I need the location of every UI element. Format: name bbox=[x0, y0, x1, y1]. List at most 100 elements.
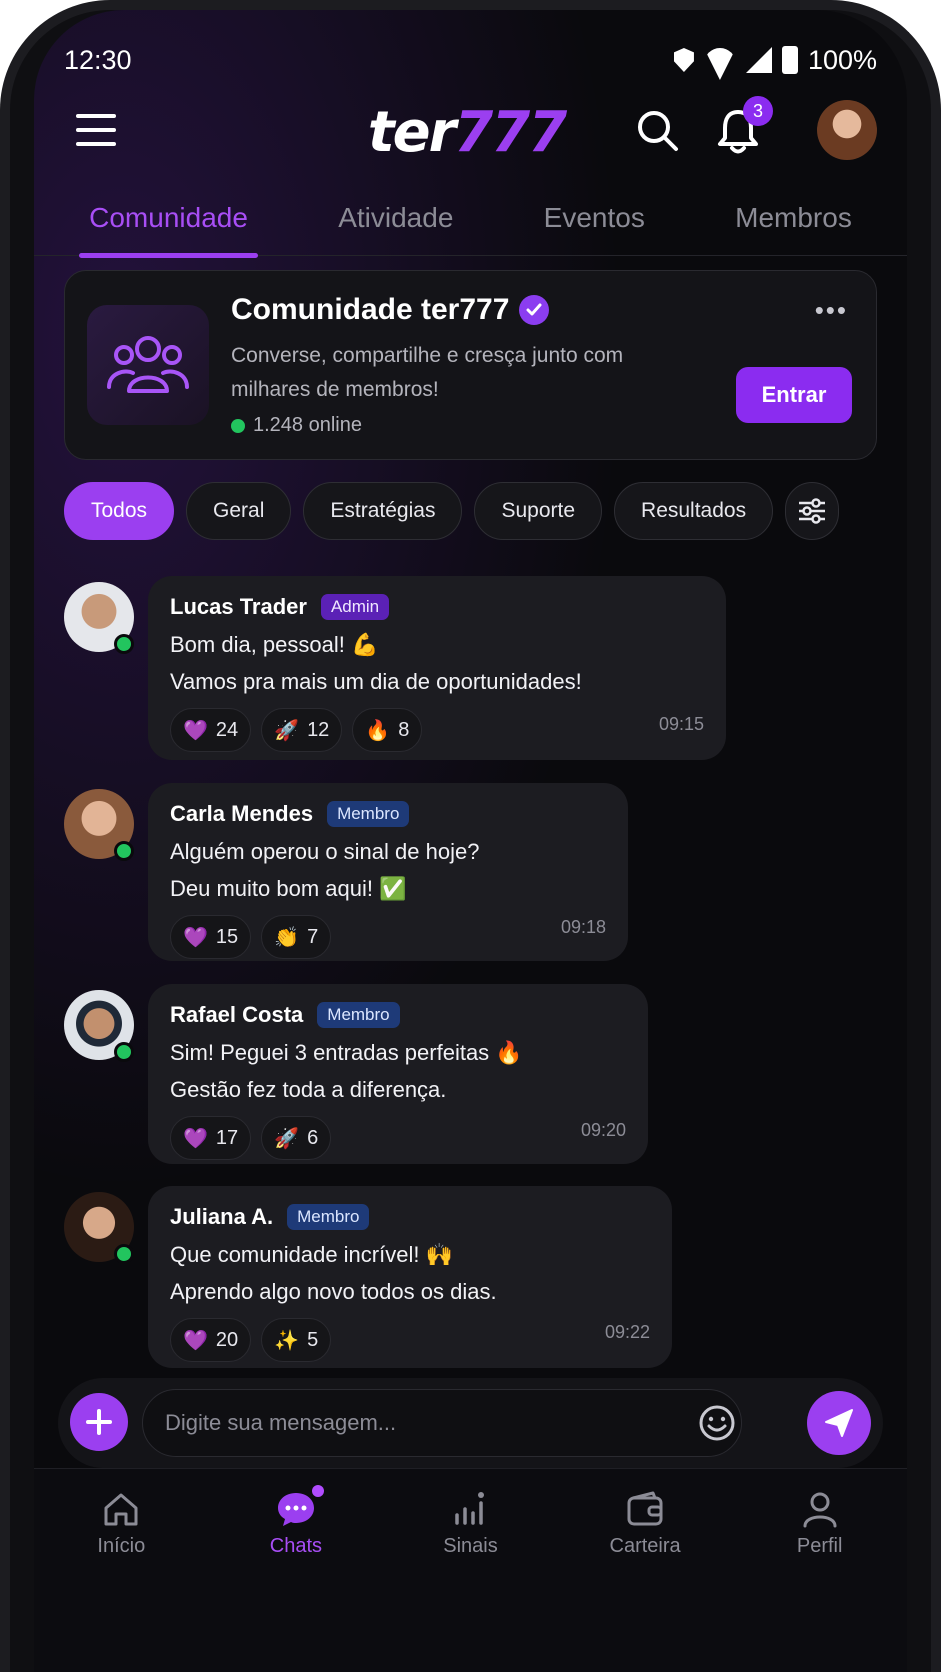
status-time: 12:30 bbox=[64, 44, 132, 75]
role-badge: Membro bbox=[317, 1002, 400, 1028]
nav-label: Sinais bbox=[443, 1535, 498, 1557]
heart-icon: 💜 bbox=[183, 926, 208, 949]
join-button[interactable]: Entrar bbox=[736, 367, 852, 423]
community-title: Comunidade ter777 bbox=[231, 293, 550, 327]
community-group-icon bbox=[87, 305, 209, 425]
nav-carteira[interactable]: Carteira bbox=[575, 1489, 715, 1672]
nav-label: Perfil bbox=[796, 1535, 843, 1557]
message-line: Bom dia, pessoal! 💪 bbox=[170, 632, 379, 657]
reaction-heart[interactable]: 💜 24 bbox=[170, 708, 252, 752]
message-input[interactable] bbox=[142, 1389, 742, 1457]
message-text: Bom dia, pessoal! 💪 Vamos pra mais um di… bbox=[170, 626, 704, 700]
author-name[interactable]: Rafael Costa bbox=[170, 1002, 303, 1028]
message-bubble[interactable]: Rafael Costa Membro Sim! Peguei 3 entrad… bbox=[148, 984, 648, 1164]
add-attachment-button[interactable] bbox=[70, 1393, 128, 1451]
heart-icon: 💜 bbox=[183, 1127, 208, 1150]
chip-resultados[interactable]: Resultados bbox=[614, 482, 774, 540]
message-line: Sim! Peguei 3 entradas perfeitas 🔥 bbox=[170, 1040, 523, 1065]
message-bubble[interactable]: Carla Mendes Membro Alguém operou o sina… bbox=[148, 783, 628, 961]
nav-chats[interactable]: Chats bbox=[226, 1485, 366, 1672]
nav-sinais[interactable]: Sinais bbox=[400, 1489, 540, 1672]
message-line: Deu muito bom aqui! ✅ bbox=[170, 876, 407, 901]
chip-geral[interactable]: Geral bbox=[186, 482, 292, 540]
filter-settings-icon[interactable] bbox=[785, 482, 840, 540]
message-bubble[interactable]: Lucas Trader Admin Bom dia, pessoal! 💪 V… bbox=[148, 576, 726, 760]
reaction-clap[interactable]: 👏 7 bbox=[261, 915, 332, 959]
author-name[interactable]: Carla Mendes bbox=[170, 801, 313, 827]
menu-icon[interactable] bbox=[76, 114, 116, 146]
nav-label: Início bbox=[97, 1535, 146, 1557]
rocket-icon: 🚀 bbox=[274, 719, 300, 742]
nav-inicio[interactable]: Início bbox=[51, 1489, 191, 1672]
online-count-text: 1.248 online bbox=[253, 414, 362, 436]
send-button[interactable] bbox=[807, 1391, 871, 1455]
bottom-navigation: Início Chats Sinais Carteira Perfil bbox=[34, 1468, 907, 1672]
send-icon bbox=[825, 1409, 853, 1437]
reactions: 💜 24 🚀 12 🔥 8 bbox=[170, 708, 704, 752]
online-status-icon bbox=[114, 1244, 134, 1264]
message-text: Sim! Peguei 3 entradas perfeitas 🔥 Gestã… bbox=[170, 1034, 626, 1108]
reaction-rocket[interactable]: 🚀 12 bbox=[261, 708, 343, 752]
logo-number: 777 bbox=[454, 100, 567, 165]
filter-chips: Todos Geral Estratégias Suporte Resultad… bbox=[64, 482, 887, 540]
message-time: 09:22 bbox=[604, 1322, 650, 1342]
tab-membros[interactable]: Membros bbox=[731, 190, 856, 246]
nav-label: Chats bbox=[269, 1535, 323, 1557]
message-composer bbox=[58, 1378, 883, 1468]
message-time: 09:15 bbox=[658, 714, 704, 734]
battery-icon bbox=[781, 46, 798, 74]
nav-label: Carteira bbox=[609, 1535, 681, 1557]
online-status-icon bbox=[114, 634, 134, 654]
reaction-heart[interactable]: 💜 20 bbox=[170, 1318, 252, 1362]
nav-perfil[interactable]: Perfil bbox=[750, 1489, 890, 1672]
chip-estrategias[interactable]: Estratégias bbox=[303, 482, 463, 540]
app-logo: ter777 bbox=[367, 100, 567, 165]
message-line: Gestão fez toda a diferença. bbox=[170, 1077, 447, 1102]
status-bar: 12:30 100% bbox=[64, 40, 877, 80]
tab-comunidade[interactable]: Comunidade bbox=[79, 190, 258, 258]
home-icon bbox=[104, 1493, 138, 1526]
message-bubble[interactable]: Juliana A. Membro Que comunidade incríve… bbox=[148, 1186, 672, 1368]
search-icon[interactable] bbox=[635, 108, 681, 154]
author-name[interactable]: Lucas Trader bbox=[170, 594, 307, 620]
status-icons: 100% bbox=[673, 45, 877, 76]
tab-atividade[interactable]: Atividade bbox=[334, 190, 457, 246]
reaction-rocket[interactable]: 🚀 6 bbox=[261, 1116, 332, 1160]
message-line: Que comunidade incrível! 🙌 bbox=[170, 1242, 453, 1267]
community-title-text: Comunidade ter777 bbox=[231, 293, 510, 326]
reaction-count: 8 bbox=[398, 718, 410, 741]
author-name[interactable]: Juliana A. bbox=[170, 1204, 273, 1230]
reaction-sparkles[interactable]: ✨ 5 bbox=[261, 1318, 332, 1362]
emoji-icon[interactable] bbox=[698, 1404, 736, 1442]
message-text: Que comunidade incrível! 🙌 Aprendo algo … bbox=[170, 1236, 650, 1310]
online-status-icon bbox=[114, 1042, 134, 1062]
community-description: Converse, compartilhe e cresça junto com… bbox=[231, 344, 624, 401]
signal-bars-icon bbox=[455, 1492, 485, 1525]
message-time: 09:18 bbox=[560, 917, 606, 937]
community-tabs: Comunidade Atividade Eventos Membros bbox=[34, 190, 907, 258]
chip-todos[interactable]: Todos bbox=[64, 482, 175, 540]
message-line: Vamos pra mais um dia de oportunidades! bbox=[170, 669, 582, 694]
sparkles-icon: ✨ bbox=[274, 1329, 300, 1352]
user-avatar[interactable] bbox=[817, 100, 877, 160]
tab-eventos[interactable]: Eventos bbox=[540, 190, 649, 246]
user-icon bbox=[803, 1492, 837, 1528]
reaction-heart[interactable]: 💜 17 bbox=[170, 1116, 252, 1160]
reaction-fire[interactable]: 🔥 8 bbox=[352, 708, 423, 752]
community-card: Comunidade ter777 Converse, compartilhe … bbox=[64, 270, 877, 460]
message-text: Alguém operou o sinal de hoje? Deu muito… bbox=[170, 833, 606, 907]
app-header: ter777 3 bbox=[64, 96, 877, 165]
unread-dot-icon bbox=[311, 1485, 324, 1497]
reaction-heart[interactable]: 💜 15 bbox=[170, 915, 252, 959]
chip-suporte[interactable]: Suporte bbox=[474, 482, 603, 540]
shield-icon bbox=[673, 48, 694, 72]
plus-icon bbox=[86, 1409, 112, 1435]
heart-icon: 💜 bbox=[183, 1329, 208, 1352]
app-screen: 12:30 100% ter777 3 Comunidade Atividade… bbox=[34, 10, 907, 1672]
more-options-icon[interactable]: ••• bbox=[815, 295, 848, 326]
reactions: 💜 15 👏 7 bbox=[170, 915, 606, 959]
online-dot-icon bbox=[231, 418, 245, 433]
logo-word: ter bbox=[367, 100, 456, 165]
message-line: Aprendo algo novo todos os dias. bbox=[170, 1279, 497, 1304]
reaction-count: 20 bbox=[215, 1328, 239, 1351]
